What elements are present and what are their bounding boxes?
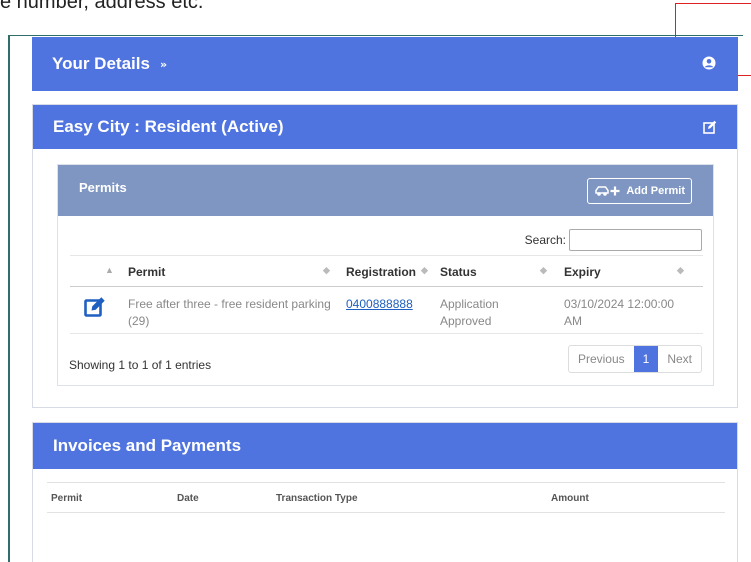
invoices-title: Invoices and Payments [53, 436, 242, 455]
col-status[interactable]: Status [440, 265, 477, 279]
status-line-2: Approved [440, 314, 492, 328]
user-circle-icon[interactable] [702, 56, 716, 70]
search-row: Search: [525, 229, 702, 251]
expiry-cell: 03/10/2024 12:00:00 AM [564, 296, 674, 330]
expiry-line-2: AM [564, 314, 582, 328]
permits-header: Permits Add Permit [58, 165, 713, 216]
your-details-panel: Your Details » [32, 37, 738, 91]
registration-link[interactable]: 0400888888 [346, 297, 413, 311]
frame-top-border [8, 35, 743, 36]
entries-info: Showing 1 to 1 of 1 entries [69, 358, 212, 372]
col-inv-permit: Permit [51, 493, 83, 504]
edit-icon[interactable] [703, 120, 717, 134]
your-details-title: Your Details [52, 54, 150, 73]
permits-title: Permits [79, 180, 127, 195]
sort-icon[interactable]: ◆ [540, 265, 547, 276]
col-inv-amount: Amount [551, 493, 589, 504]
resident-title: Easy City : Resident (Active) [53, 117, 284, 136]
frame-left-border [8, 36, 10, 562]
col-inv-date: Date [177, 493, 199, 504]
search-label: Search: [524, 233, 566, 247]
col-permit[interactable]: Permit [128, 265, 165, 279]
search-input[interactable] [569, 229, 702, 251]
status-line-1: Application [440, 297, 499, 311]
previous-button[interactable]: Previous [569, 346, 634, 372]
page-1-button[interactable]: 1 [633, 346, 659, 372]
sort-icon[interactable]: ◆ [677, 265, 684, 276]
sort-asc-icon[interactable]: ▲ [105, 265, 114, 275]
col-inv-transaction-type: Transaction Type [276, 493, 358, 504]
invoices-panel: Invoices and Payments Permit Date Transa… [32, 422, 738, 562]
resident-panel: Easy City : Resident (Active) Permits Ad… [32, 104, 738, 408]
permit-id: (29) [128, 314, 150, 328]
permits-box: Permits Add Permit Search: ▲ Permit ◆ Re… [57, 164, 714, 386]
sort-icon[interactable]: ◆ [323, 265, 330, 276]
permits-table-header: ▲ Permit ◆ Registration ◆ Status ◆ Expir… [70, 255, 703, 287]
add-permit-button[interactable]: Add Permit [587, 178, 692, 204]
registration-cell: 0400888888 [346, 296, 413, 313]
col-expiry[interactable]: Expiry [564, 265, 601, 279]
permit-name: Free after three - free resident parking [128, 297, 331, 311]
resident-header: Easy City : Resident (Active) [33, 105, 737, 149]
your-details-header[interactable]: Your Details » [32, 37, 738, 91]
car-plus-icon [595, 186, 620, 196]
invoices-header: Invoices and Payments [33, 423, 737, 469]
add-permit-label: Add Permit [626, 185, 685, 197]
top-caption: e number, address etc. [0, 0, 204, 13]
permit-cell: Free after three - free resident parking… [128, 296, 338, 330]
col-registration[interactable]: Registration [346, 265, 416, 279]
sort-icon[interactable]: ◆ [421, 265, 428, 276]
edit-icon[interactable] [84, 296, 106, 318]
pagination: Previous 1 Next [567, 345, 702, 373]
chevron-double-down-icon[interactable]: » [160, 58, 167, 71]
next-button[interactable]: Next [658, 346, 701, 372]
expiry-line-1: 03/10/2024 12:00:00 [564, 297, 675, 311]
table-row: Free after three - free resident parking… [70, 288, 703, 334]
status-cell: Application Approved [440, 296, 499, 330]
invoices-table-header: Permit Date Transaction Type Amount [47, 482, 725, 513]
